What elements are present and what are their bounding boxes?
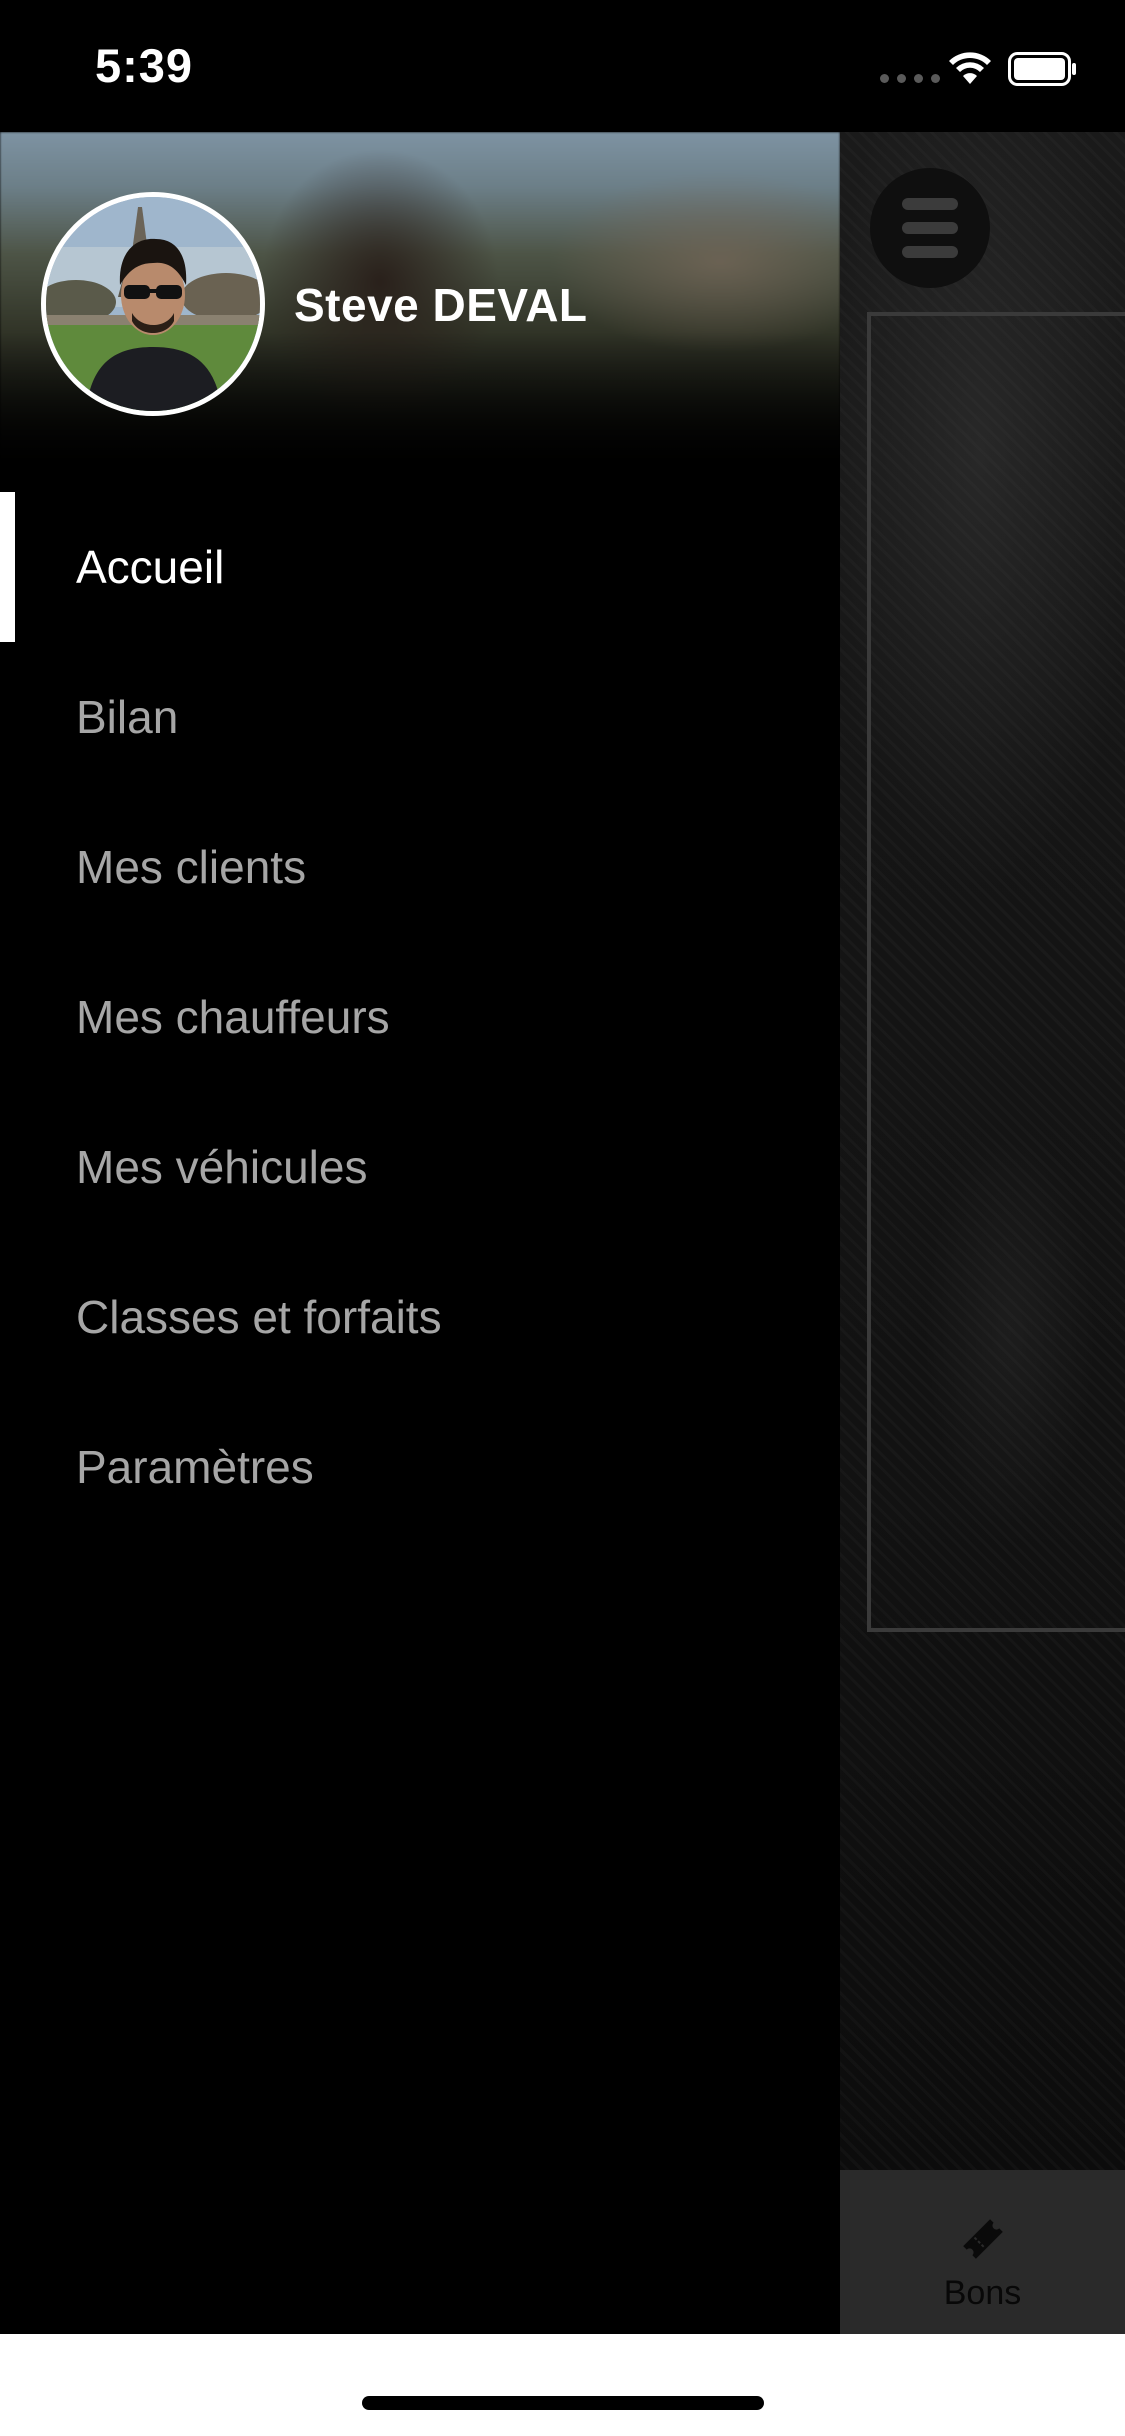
nav-item-label: Bilan [76, 691, 179, 743]
nav-item-label: Mes chauffeurs [76, 991, 390, 1043]
nav-item-mes-chauffeurs[interactable]: Mes chauffeurs [0, 942, 840, 1092]
app-screen: 5:39 Bons Steve DEVAL Accueil Bilan Mes … [0, 0, 1125, 2436]
status-bar: 5:39 [0, 0, 1125, 132]
nav-item-parametres[interactable]: Paramètres [0, 1392, 840, 1542]
wifi-icon [949, 52, 991, 84]
home-indicator-area [0, 2334, 1125, 2436]
battery-icon [1008, 52, 1076, 86]
nav-item-label: Mes véhicules [76, 1141, 368, 1193]
nav-item-bilan[interactable]: Bilan [0, 642, 840, 792]
nav-item-label: Mes clients [76, 841, 307, 893]
bons-tab[interactable]: Bons [840, 2170, 1125, 2334]
nav-item-classes-et-forfaits[interactable]: Classes et forfaits [0, 1242, 840, 1392]
avatar[interactable] [41, 192, 265, 416]
nav-item-mes-vehicules[interactable]: Mes véhicules [0, 1092, 840, 1242]
ticket-icon [963, 2219, 1003, 2259]
main-app-view[interactable]: Bons [840, 132, 1125, 2334]
hamburger-menu-icon[interactable] [870, 168, 990, 288]
signal-dots-icon [880, 74, 940, 83]
status-time: 5:39 [95, 39, 194, 92]
home-indicator[interactable] [362, 2396, 764, 2410]
nav-list: Accueil Bilan Mes clients Mes chauffeurs… [0, 492, 840, 1542]
active-indicator [0, 492, 15, 642]
nav-item-mes-clients[interactable]: Mes clients [0, 792, 840, 942]
user-name: Steve DEVAL [294, 279, 588, 331]
nav-item-label: Classes et forfaits [76, 1291, 442, 1343]
content-frame [867, 312, 1125, 1632]
navigation-drawer: Steve DEVAL Accueil Bilan Mes clients Me… [0, 132, 840, 2334]
nav-item-accueil[interactable]: Accueil [0, 492, 840, 642]
profile-photo [46, 197, 260, 411]
bons-tab-label: Bons [943, 2274, 1022, 2312]
nav-item-label: Accueil [76, 541, 225, 593]
nav-item-label: Paramètres [76, 1441, 314, 1493]
